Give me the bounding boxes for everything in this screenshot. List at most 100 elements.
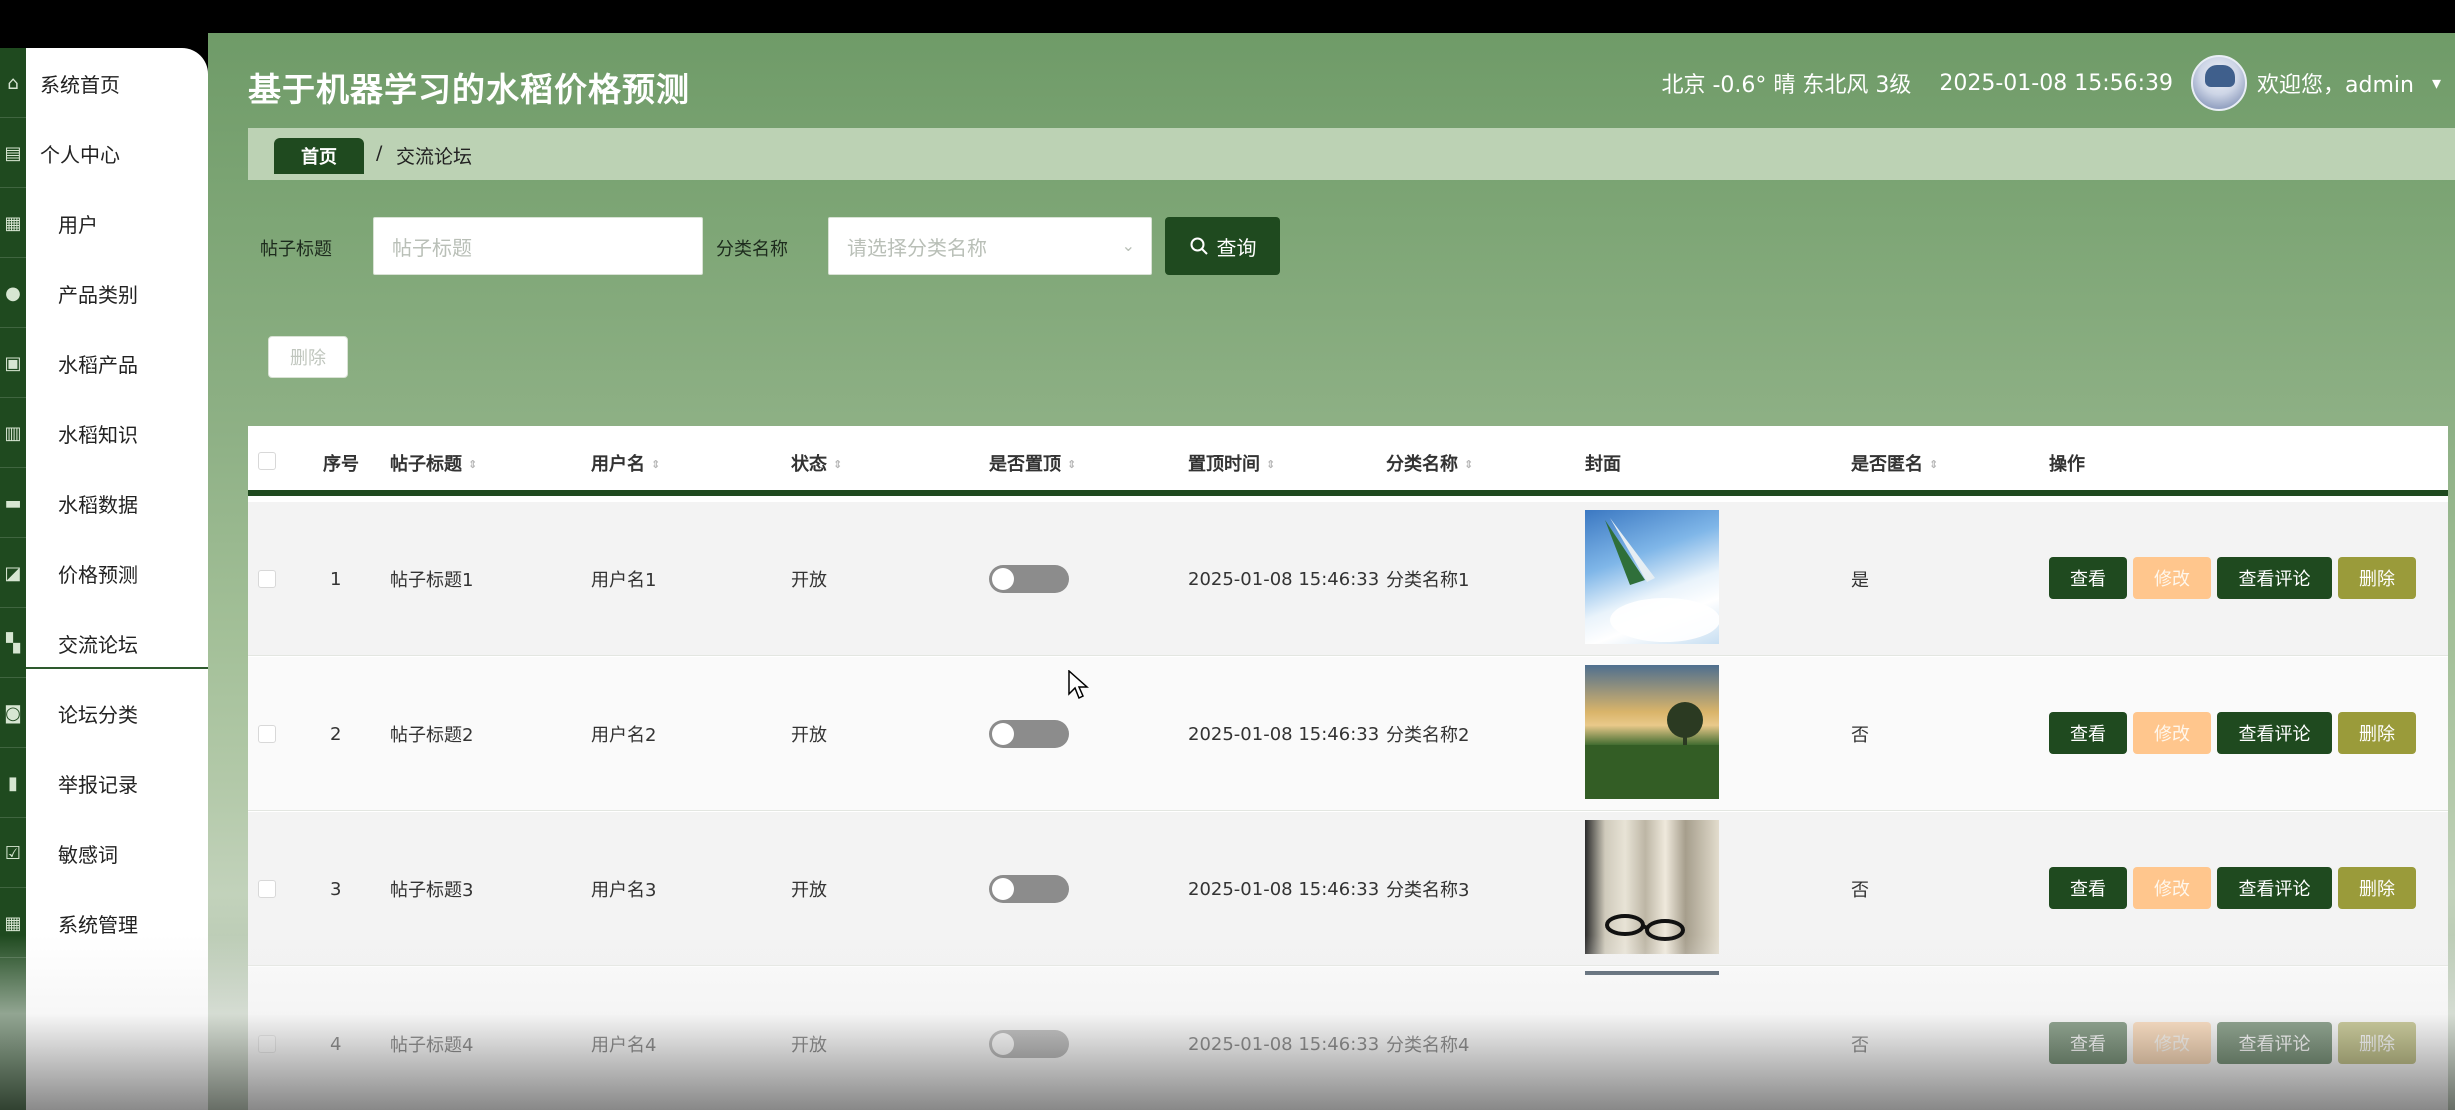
cell-category: 分类名称1	[1386, 570, 1470, 591]
home-icon[interactable]: ⌂	[0, 48, 26, 118]
sidebar-item-price-prediction[interactable]: 价格预测	[26, 538, 208, 608]
col-anonymous[interactable]: 是否匿名 ⇕	[1851, 450, 1938, 476]
cell-index: 3	[330, 878, 342, 900]
col-pinned[interactable]: 是否置顶 ⇕	[989, 450, 1076, 476]
sidebar-item-label: 个人中心	[40, 142, 120, 167]
col-category[interactable]: 分类名称 ⇕	[1386, 450, 1473, 476]
col-status[interactable]: 状态 ⇕	[791, 450, 842, 476]
welcome-text[interactable]: 欢迎您，admin	[2257, 67, 2414, 99]
sidebar-item-system-management[interactable]: 系统管理	[26, 888, 208, 958]
bulk-delete-button[interactable]: 删除	[268, 336, 348, 378]
cell-category: 分类名称2	[1386, 725, 1470, 746]
sidebar-item-label: 系统管理	[58, 912, 138, 937]
row-checkbox[interactable]	[258, 725, 276, 743]
view-comments-button[interactable]: 查看评论	[2217, 867, 2332, 909]
sidebar-item-label: 敏感词	[58, 842, 118, 867]
search-icon	[1190, 237, 1208, 255]
cell-title: 帖子标题2	[390, 725, 474, 746]
bar-chart-icon[interactable]: ▮	[0, 748, 26, 818]
sidebar-item-rice-knowledge[interactable]: 水稻知识	[26, 398, 208, 468]
title-search-input[interactable]: 帖子标题	[373, 217, 703, 275]
grid-icon[interactable]: ▦	[0, 188, 26, 258]
delete-button[interactable]: 删除	[2338, 867, 2416, 909]
sidebar-item-forum-category[interactable]: 论坛分类	[26, 678, 208, 748]
sidebar-item-label: 价格预测	[58, 562, 138, 587]
table-row: 1 帖子标题1 用户名1 开放 2025-01-08 15:46:33 分类名称…	[248, 502, 2448, 656]
sidebar-item-profile[interactable]: 个人中心	[26, 118, 208, 188]
delete-button[interactable]: 删除	[2338, 557, 2416, 599]
edit-button[interactable]: 修改	[2133, 867, 2211, 909]
sidebar-item-home[interactable]: 系统首页	[26, 48, 208, 118]
pin-toggle[interactable]	[989, 1030, 1069, 1058]
col-pin-time[interactable]: 置顶时间 ⇕	[1188, 450, 1275, 476]
sidebar-item-label: 用户	[58, 212, 98, 237]
cell-pin-time: 2025-01-08 15:46:33	[1188, 878, 1380, 900]
cell-username: 用户名2	[591, 725, 657, 746]
col-username-label: 用户名	[591, 454, 645, 475]
select-all-checkbox[interactable]	[258, 452, 276, 470]
category-select[interactable]: 请选择分类名称 ⌄	[828, 217, 1152, 275]
edit-button[interactable]: 修改	[2133, 557, 2211, 599]
view-comments-button[interactable]: 查看评论	[2217, 1022, 2332, 1064]
check-icon[interactable]: ☑	[0, 818, 26, 888]
row-checkbox[interactable]	[258, 1035, 276, 1053]
pin-toggle[interactable]	[989, 720, 1069, 748]
delete-button[interactable]: 删除	[2338, 712, 2416, 754]
sidebar-item-report-records[interactable]: 举报记录	[26, 748, 208, 818]
briefcase-icon[interactable]: ▣	[0, 328, 26, 398]
avatar[interactable]	[2191, 55, 2248, 111]
col-pinned-label: 是否置顶	[989, 454, 1061, 475]
user-icon[interactable]: ●	[0, 258, 26, 328]
pin-toggle[interactable]	[989, 565, 1069, 593]
sidebar-item-rice-data[interactable]: 水稻数据	[26, 468, 208, 538]
sidebar-item-product-category[interactable]: 产品类别	[26, 258, 208, 328]
breadcrumb-home[interactable]: 首页	[274, 138, 364, 174]
forum-table: 序号 帖子标题 ⇕ 用户名 ⇕ 状态 ⇕ 是否置顶 ⇕ 置顶时间 ⇕ 分类名称 ⇕ 封面 是…	[248, 426, 2448, 1110]
cover-image	[1585, 665, 1719, 799]
sidebar: 系统首页 个人中心 用户 产品类别 水稻产品 水稻知识 水稻数据 价格预测 交流…	[26, 48, 208, 1110]
view-button[interactable]: 查看	[2049, 712, 2127, 754]
row-checkbox[interactable]	[258, 570, 276, 588]
breadcrumb-current: 交流论坛	[396, 146, 473, 168]
sidebar-item-users[interactable]: 用户	[26, 188, 208, 258]
col-pin-time-label: 置顶时间	[1188, 454, 1260, 475]
sidebar-item-label: 产品类别	[58, 282, 138, 307]
sort-icon[interactable]: ⇕	[651, 458, 660, 471]
tag-icon[interactable]: ◙	[0, 678, 26, 748]
col-username[interactable]: 用户名 ⇕	[591, 450, 660, 476]
col-title-label: 帖子标题	[390, 454, 462, 475]
chart-icon[interactable]: ◪	[0, 538, 26, 608]
edit-button[interactable]: 修改	[2133, 712, 2211, 754]
sort-icon[interactable]: ⇕	[1266, 458, 1275, 471]
sidebar-item-rice-products[interactable]: 水稻产品	[26, 328, 208, 398]
col-actions: 操作	[2049, 454, 2085, 475]
row-checkbox[interactable]	[258, 880, 276, 898]
view-button[interactable]: 查看	[2049, 557, 2127, 599]
view-comments-button[interactable]: 查看评论	[2217, 712, 2332, 754]
sidebar-item-sensitive-words[interactable]: 敏感词	[26, 818, 208, 888]
clipboard-icon[interactable]: ▥	[0, 398, 26, 468]
view-button[interactable]: 查看	[2049, 1022, 2127, 1064]
pin-toggle[interactable]	[989, 875, 1069, 903]
monitor-icon[interactable]: ▬	[0, 468, 26, 538]
profile-icon[interactable]: ▤	[0, 118, 26, 188]
caret-down-icon[interactable]: ▾	[2432, 73, 2441, 94]
edit-button[interactable]: 修改	[2133, 1022, 2211, 1064]
cover-image	[1585, 510, 1719, 644]
sort-icon[interactable]: ⇕	[1929, 458, 1938, 471]
view-button[interactable]: 查看	[2049, 867, 2127, 909]
sort-icon[interactable]: ⇕	[468, 458, 477, 471]
sort-icon[interactable]: ⇕	[833, 458, 842, 471]
cell-index: 1	[330, 568, 342, 590]
category-filter-label: 分类名称	[716, 239, 788, 260]
sort-icon[interactable]: ⇕	[1464, 458, 1473, 471]
delete-button[interactable]: 删除	[2338, 1022, 2416, 1064]
view-comments-button[interactable]: 查看评论	[2217, 557, 2332, 599]
cell-status: 开放	[791, 1035, 827, 1056]
settings-grid-icon[interactable]: ▦	[0, 888, 26, 958]
sort-icon[interactable]: ⇕	[1067, 458, 1076, 471]
cell-index: 4	[330, 1033, 342, 1055]
col-title[interactable]: 帖子标题 ⇕	[390, 450, 477, 476]
query-button[interactable]: 查询	[1165, 217, 1280, 275]
apps-icon[interactable]: ▚	[0, 608, 26, 678]
